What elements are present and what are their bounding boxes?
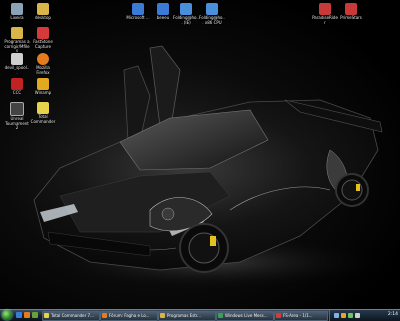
desktop-icon-folding-cpu[interactable]: Folding@ho... x86 CPU xyxy=(199,3,225,25)
winamp-icon xyxy=(37,78,49,90)
document-icon xyxy=(11,53,23,65)
desktop-icon-unreal[interactable]: Unreal Tournament 2 xyxy=(4,102,30,131)
desktop-icon-folding-ie[interactable]: Folding@ho... (IE) xyxy=(173,3,199,25)
total-commander-icon xyxy=(44,313,49,318)
firefox-icon xyxy=(102,313,107,318)
desktop-wallpaper: Lixeira desktop Programas a corrigir/Mfi… xyxy=(0,0,400,309)
folder-icon xyxy=(160,313,165,318)
firefox-icon xyxy=(37,53,49,65)
folder-icon xyxy=(37,3,49,15)
desktop-icon-paradiserider[interactable]: ParadiseRider xyxy=(312,3,338,25)
quicklaunch-firefox-icon[interactable] xyxy=(24,312,30,318)
desktop-icon-microsoft[interactable]: Microsoft ... xyxy=(125,3,151,21)
desktop-icon-total-commander[interactable]: Total Commander xyxy=(30,102,56,124)
desktop-icon-devil-spool[interactable]: devil_spool... xyxy=(4,53,30,75)
game-icon xyxy=(319,3,331,15)
folder-icon xyxy=(11,27,23,39)
desktop-icon-firefox[interactable]: Mozilla Firefox xyxy=(30,53,56,75)
recycle-bin-icon xyxy=(11,3,23,15)
wallpaper-car-image xyxy=(30,45,390,292)
folding-icon xyxy=(206,3,218,15)
messenger-tray-icon[interactable] xyxy=(348,313,353,318)
desktop-icon-programas[interactable]: Programas a corrigir/Mfiles xyxy=(4,27,30,54)
capture-app-icon xyxy=(276,313,281,318)
winamp-tray-icon[interactable] xyxy=(341,313,346,318)
start-button[interactable] xyxy=(2,310,12,320)
taskbar: Total Commander 7... Fórum: Fagha e Lo..… xyxy=(0,309,400,321)
messenger-icon xyxy=(218,313,223,318)
clock[interactable]: 2:14 xyxy=(388,312,398,318)
quicklaunch-ie-icon[interactable] xyxy=(16,312,22,318)
desktop-icon-desktop[interactable]: desktop xyxy=(30,3,56,21)
desktop-icon-faststone[interactable]: FastStone Capture xyxy=(30,27,56,49)
network-icon[interactable] xyxy=(334,313,339,318)
app-icon xyxy=(157,3,169,15)
microsoft-app-icon xyxy=(132,3,144,15)
desktop-icon-primestars[interactable]: PrimeStars xyxy=(338,3,364,21)
folding-icon xyxy=(180,3,192,15)
quicklaunch-desktop-icon[interactable] xyxy=(32,312,38,318)
capture-app-icon xyxy=(37,27,49,39)
game-icon xyxy=(10,102,24,116)
volume-icon[interactable] xyxy=(355,313,360,318)
game-icon xyxy=(345,3,357,15)
system-tray: 2:14 xyxy=(329,310,400,321)
ati-icon xyxy=(11,78,23,90)
desktop-icon-winamp[interactable]: Winamp xyxy=(30,78,56,96)
desktop-icon-ccc[interactable]: CCC xyxy=(4,78,30,96)
total-commander-icon xyxy=(37,102,49,114)
desktop-icon-lixeira[interactable]: Lixeira xyxy=(4,3,30,21)
